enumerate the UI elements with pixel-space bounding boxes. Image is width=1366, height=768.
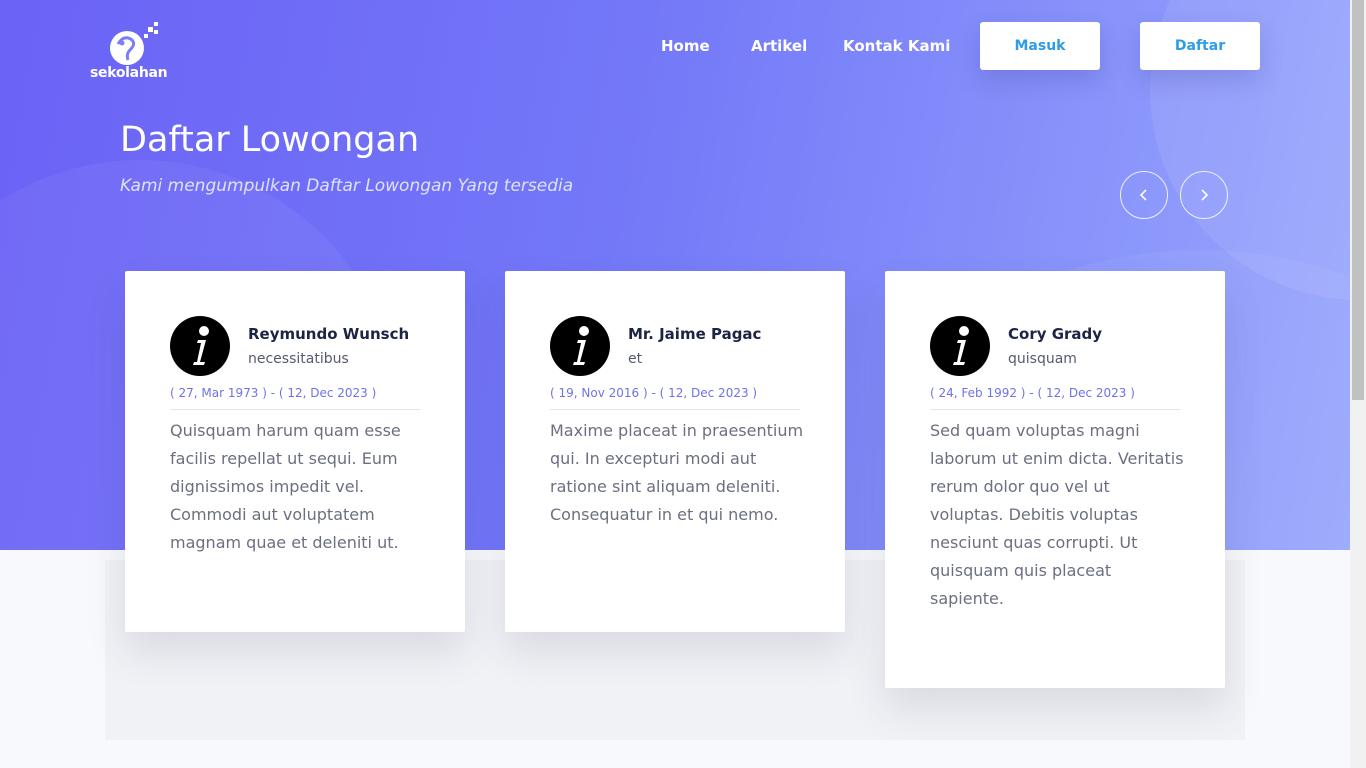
info-icon (170, 316, 230, 376)
divider (170, 409, 420, 410)
page-title: Daftar Lowongan (120, 120, 420, 160)
divider (550, 409, 800, 410)
job-card-name: Cory Grady (1008, 325, 1103, 343)
page-subtitle: Kami mengumpulkan Daftar Lowongan Yang t… (120, 176, 574, 196)
job-card[interactable]: Cory Grady quisquam ( 24, Feb 1992 ) - (… (885, 271, 1225, 688)
job-card-company: et (628, 351, 643, 367)
job-card-dates: ( 27, Mar 1973 ) - ( 12, Dec 2023 ) (170, 386, 377, 400)
nav-kontak-link[interactable]: Kontak Kami (843, 37, 953, 55)
job-card-company: quisquam (1008, 351, 1077, 367)
chevron-left-icon (1139, 189, 1147, 201)
job-card-dates: ( 19, Nov 2016 ) - ( 12, Dec 2023 ) (550, 386, 758, 400)
vertical-scrollbar[interactable] (1350, 0, 1366, 768)
site-logo[interactable]: sekolahan (90, 22, 180, 84)
job-card-description: Quisquam harum quam esse facilis repella… (170, 421, 401, 552)
carousel-next-button[interactable] (1180, 171, 1228, 219)
job-card-name: Reymundo Wunsch (248, 325, 410, 343)
info-icon (550, 316, 610, 376)
job-card-company: necessitatibus (248, 351, 349, 367)
logo-text: sekolahan (90, 65, 168, 81)
login-button[interactable]: Masuk (980, 22, 1100, 70)
carousel-prev-button[interactable] (1120, 171, 1168, 219)
info-icon (930, 316, 990, 376)
job-card-description: Sed quam voluptas magni laborum ut enim … (930, 421, 1184, 608)
nav-artikel-link[interactable]: Artikel (751, 37, 811, 55)
job-card[interactable]: Reymundo Wunsch necessitatibus ( 27, Mar… (125, 271, 465, 632)
chevron-right-icon (1201, 189, 1209, 201)
job-card-dates: ( 24, Feb 1992 ) - ( 12, Dec 2023 ) (930, 386, 1135, 400)
job-card[interactable]: Mr. Jaime Pagac et ( 19, Nov 2016 ) - ( … (505, 271, 845, 632)
register-button[interactable]: Daftar (1140, 22, 1260, 70)
nav-home-link[interactable]: Home (661, 37, 721, 55)
elephant-logo-icon (110, 22, 158, 65)
job-card-name: Mr. Jaime Pagac (628, 325, 762, 343)
scrollbar-thumb[interactable] (1352, 0, 1364, 400)
divider (930, 409, 1180, 410)
job-card-description: Maxime placeat in praesentium qui. In ex… (550, 421, 804, 524)
